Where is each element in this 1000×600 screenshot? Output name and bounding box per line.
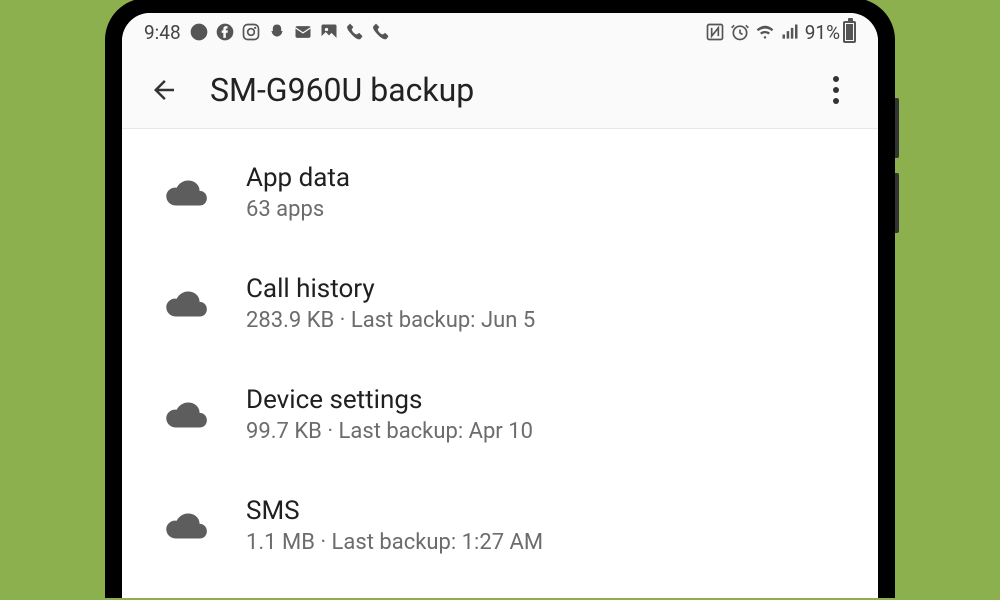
item-title: Device settings [246,385,533,415]
screen: 9:48 91% [122,13,878,598]
backup-list: App data 63 apps Call history 283.9 KB ·… [122,129,878,598]
arrow-left-icon [149,75,179,105]
backup-item-call-history[interactable]: Call history 283.9 KB · Last backup: Jun… [122,248,878,359]
status-time: 9:48 [144,21,181,44]
cloud-icon [160,175,210,211]
battery-indicator: 91% [805,21,856,44]
more-vert-icon [833,76,839,104]
overflow-menu-button[interactable] [812,66,860,114]
notification-icon [189,22,209,42]
item-title: Call history [246,274,535,304]
mail-icon [293,22,313,42]
item-subtitle: 1.1 MB · Last backup: 1:27 AM [246,530,543,555]
item-subtitle: 99.7 KB · Last backup: Apr 10 [246,419,533,444]
facebook-icon [215,22,235,42]
alarm-icon [730,22,750,42]
item-subtitle: 283.9 KB · Last backup: Jun 5 [246,308,535,333]
phone-icon [371,22,391,42]
instagram-icon [241,22,261,42]
nfc-icon [705,22,725,42]
backup-item-sms[interactable]: SMS 1.1 MB · Last backup: 1:27 AM [122,470,878,581]
cloud-icon [160,508,210,544]
cloud-icon [160,397,210,433]
gallery-icon [319,22,339,42]
phone-frame: 9:48 91% [105,0,895,598]
wifi-icon [755,22,775,42]
back-button[interactable] [140,66,188,114]
app-bar: SM-G960U backup [122,51,878,129]
cloud-icon [160,286,210,322]
item-title: App data [246,163,350,193]
backup-item-app-data[interactable]: App data 63 apps [122,137,878,248]
signal-icon [780,22,800,42]
battery-percent: 91% [805,21,840,44]
snapchat-icon [267,22,287,42]
status-bar: 9:48 91% [122,13,878,51]
phone-side-button [895,98,899,158]
page-title: SM-G960U backup [210,71,812,109]
phone-side-button [895,173,899,233]
item-subtitle: 63 apps [246,197,350,222]
phone-icon [345,22,365,42]
item-title: SMS [246,496,543,526]
backup-item-device-settings[interactable]: Device settings 99.7 KB · Last backup: A… [122,359,878,470]
